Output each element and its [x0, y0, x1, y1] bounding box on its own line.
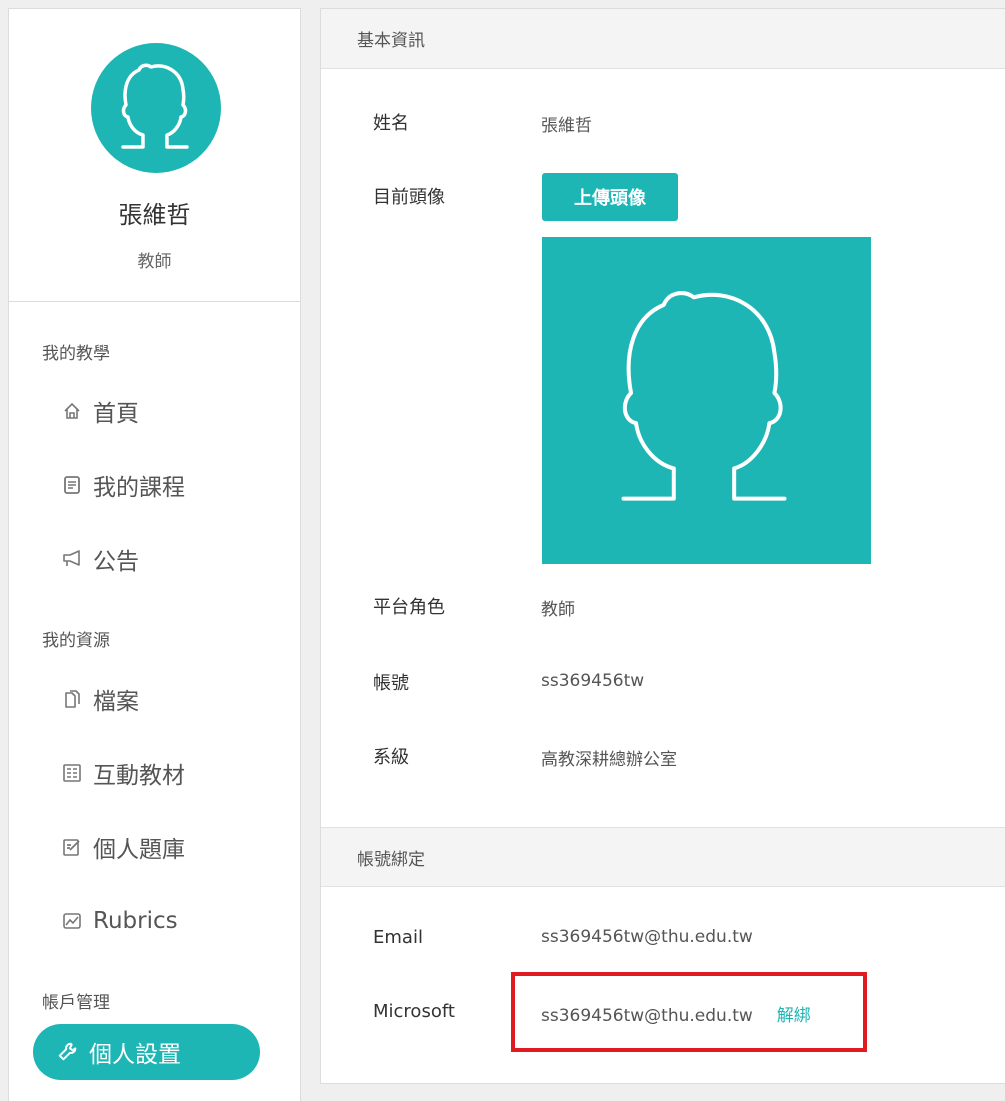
current-avatar-image: [542, 237, 871, 564]
email-label: Email: [373, 927, 423, 948]
account-value: ss369456tw: [541, 671, 645, 691]
role-value: 教師: [541, 600, 575, 620]
sidebar-item-home[interactable]: 首頁: [61, 391, 139, 431]
name-value: 張維哲: [541, 116, 592, 136]
highlight-box: [511, 972, 867, 1052]
files-icon: [61, 688, 83, 710]
avatar: [91, 43, 221, 173]
sidebar-item-question-bank[interactable]: 個人題庫: [61, 827, 185, 867]
sidebar-item-label: 檔案: [93, 689, 139, 715]
sidebar-item-label: 我的課程: [93, 475, 185, 501]
sidebar-item-interactive-materials[interactable]: 互動教材: [61, 753, 185, 793]
upload-avatar-button[interactable]: 上傳頭像: [542, 173, 678, 221]
document-icon: [61, 474, 83, 496]
department-label: 系級: [373, 747, 409, 768]
megaphone-icon: [61, 548, 83, 570]
calculator-icon: [61, 762, 83, 784]
email-value: ss369456tw@thu.edu.tw: [541, 927, 753, 947]
section-title-resources: 我的資源: [42, 631, 110, 651]
section-title-account: 帳戶管理: [42, 993, 110, 1013]
home-icon: [61, 400, 83, 422]
name-label: 姓名: [373, 113, 409, 134]
basic-info-header: 基本資訊: [321, 9, 1005, 69]
department-value: 高教深耕總辦公室: [541, 750, 677, 770]
sidebar-item-label: 個人題庫: [93, 837, 185, 863]
profile-card: 張維哲 教師: [9, 9, 300, 302]
sidebar-item-label: 個人設置: [89, 1042, 181, 1068]
sidebar-item-files[interactable]: 檔案: [61, 679, 139, 719]
edit-icon: [61, 836, 83, 858]
profile-role: 教師: [137, 252, 172, 272]
section-title-teaching: 我的教學: [42, 344, 110, 364]
microsoft-label: Microsoft: [373, 1001, 455, 1022]
sidebar: 張維哲 教師 我的教學 首頁 我的課程 公告 我的資源 檔案 互動教材 個人題庫…: [8, 8, 301, 1101]
person-icon: [121, 63, 189, 149]
wrench-icon: [57, 1040, 81, 1064]
binding-header: 帳號綁定: [321, 827, 1005, 887]
sidebar-item-announcements[interactable]: 公告: [61, 539, 139, 579]
sidebar-item-label: 互動教材: [93, 763, 185, 789]
avatar-label: 目前頭像: [373, 187, 445, 208]
role-label: 平台角色: [373, 597, 445, 618]
chart-icon: [61, 910, 83, 932]
sidebar-item-personal-settings[interactable]: 個人設置: [33, 1024, 260, 1080]
sidebar-item-courses[interactable]: 我的課程: [61, 465, 185, 505]
sidebar-item-label: 公告: [93, 549, 139, 575]
sidebar-item-label: 首頁: [93, 401, 139, 427]
main-panel: 基本資訊 姓名 張維哲 目前頭像 上傳頭像 平台角色 教師 帳號 ss36945…: [320, 8, 1005, 1084]
person-icon: [621, 291, 787, 501]
profile-name: 張維哲: [118, 201, 191, 229]
account-label: 帳號: [373, 673, 409, 694]
sidebar-item-rubrics[interactable]: Rubrics: [61, 901, 178, 941]
sidebar-item-label: Rubrics: [93, 908, 178, 934]
